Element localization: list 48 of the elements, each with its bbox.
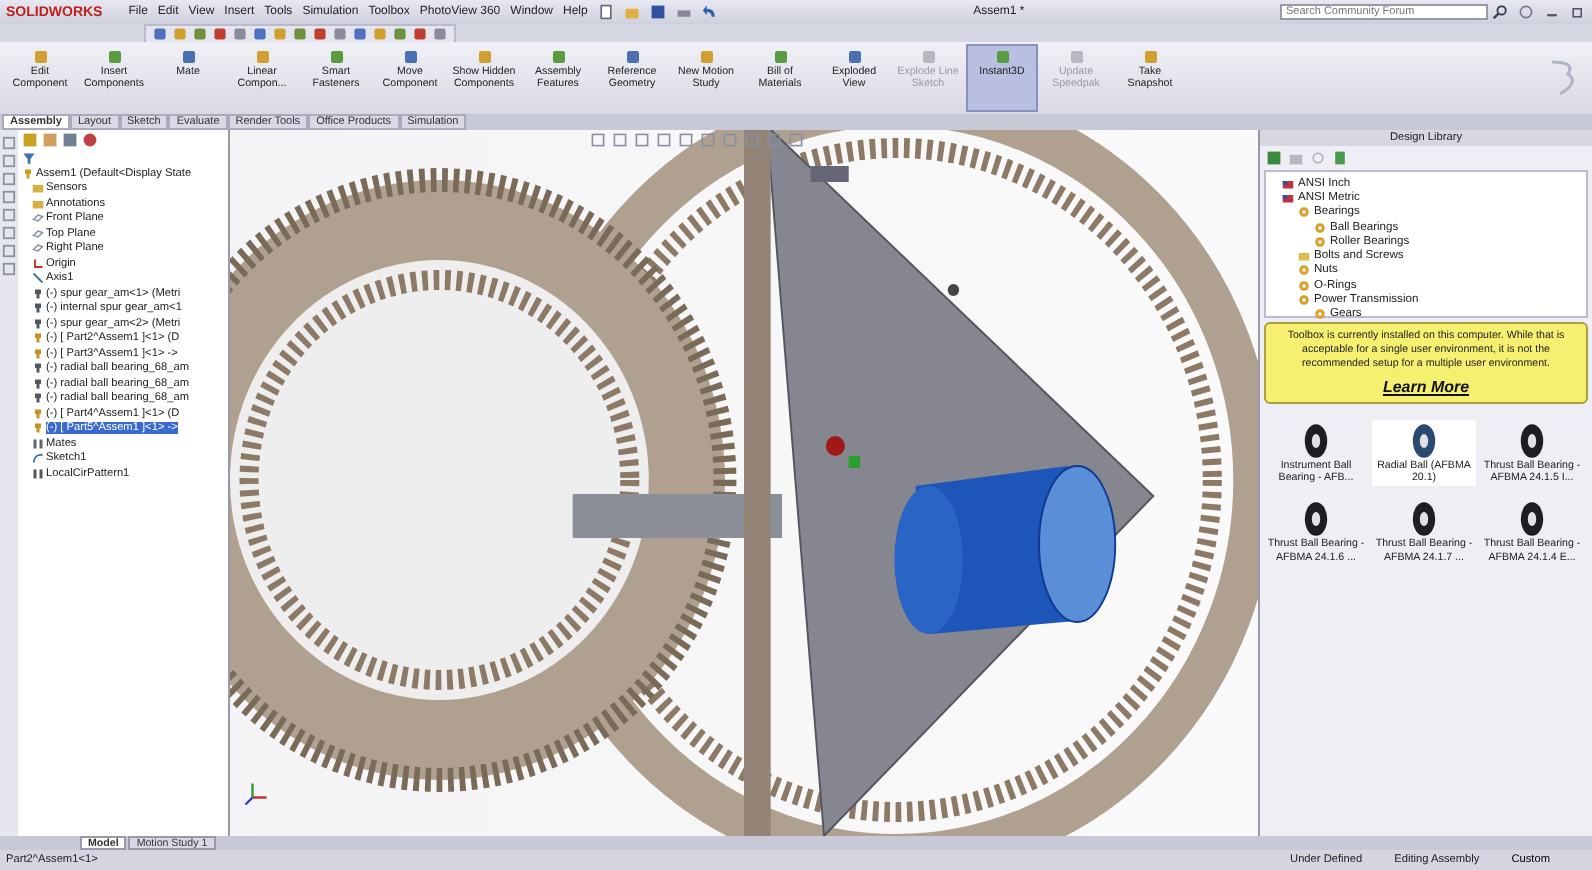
- command-icon: [179, 48, 197, 66]
- document-icon[interactable]: [597, 4, 614, 20]
- refresh-icon[interactable]: [1310, 150, 1326, 166]
- search-icon[interactable]: [1492, 4, 1508, 20]
- appearance-icon[interactable]: [82, 132, 98, 148]
- command-icon: [549, 48, 567, 66]
- document-icon[interactable]: [1332, 150, 1348, 166]
- axis-triad-icon: [242, 780, 270, 808]
- undo-icon[interactable]: [701, 4, 718, 20]
- command-icon: [845, 48, 863, 66]
- origin-icon: [32, 257, 44, 270]
- command-icon: [401, 48, 419, 66]
- save-icon[interactable]: [649, 4, 666, 20]
- filter-icon[interactable]: [22, 152, 36, 166]
- sketch-icon: [32, 452, 44, 465]
- command-icon: [105, 48, 123, 66]
- learn-more-link[interactable]: Learn More: [1382, 377, 1470, 396]
- folder-icon[interactable]: [1288, 150, 1304, 166]
- configuration-icon[interactable]: [62, 132, 78, 148]
- command-icon: [31, 48, 49, 66]
- restore-icon[interactable]: [1570, 4, 1586, 20]
- folder-icon: [1298, 250, 1310, 263]
- folder-icon[interactable]: [623, 4, 640, 20]
- command-icon: [1141, 48, 1159, 66]
- bearing-icon: [1302, 421, 1330, 460]
- command-icon: [327, 48, 345, 66]
- command-icon: [993, 48, 1011, 66]
- component-icon: [22, 167, 34, 180]
- bearing-icon: [1518, 421, 1546, 460]
- bearing-icon: [1518, 500, 1546, 539]
- command-icon: [697, 48, 715, 66]
- help-icon[interactable]: [1518, 4, 1534, 20]
- feature-manager-icon[interactable]: [22, 132, 38, 148]
- bearing-icon: [1410, 500, 1438, 539]
- bearing-icon: [1410, 421, 1438, 460]
- command-icon: [1067, 48, 1085, 66]
- command-icon: [771, 48, 789, 66]
- mates-icon: [32, 437, 44, 450]
- print-icon[interactable]: [675, 4, 692, 20]
- command-icon: [623, 48, 641, 66]
- command-icon: [253, 48, 271, 66]
- bearing-icon: [1302, 500, 1330, 539]
- command-icon: [919, 48, 937, 66]
- axis-icon: [32, 272, 44, 285]
- pattern-icon: [32, 467, 44, 480]
- property-icon[interactable]: [42, 132, 58, 148]
- command-icon: [475, 48, 493, 66]
- add-icon[interactable]: [1266, 150, 1282, 166]
